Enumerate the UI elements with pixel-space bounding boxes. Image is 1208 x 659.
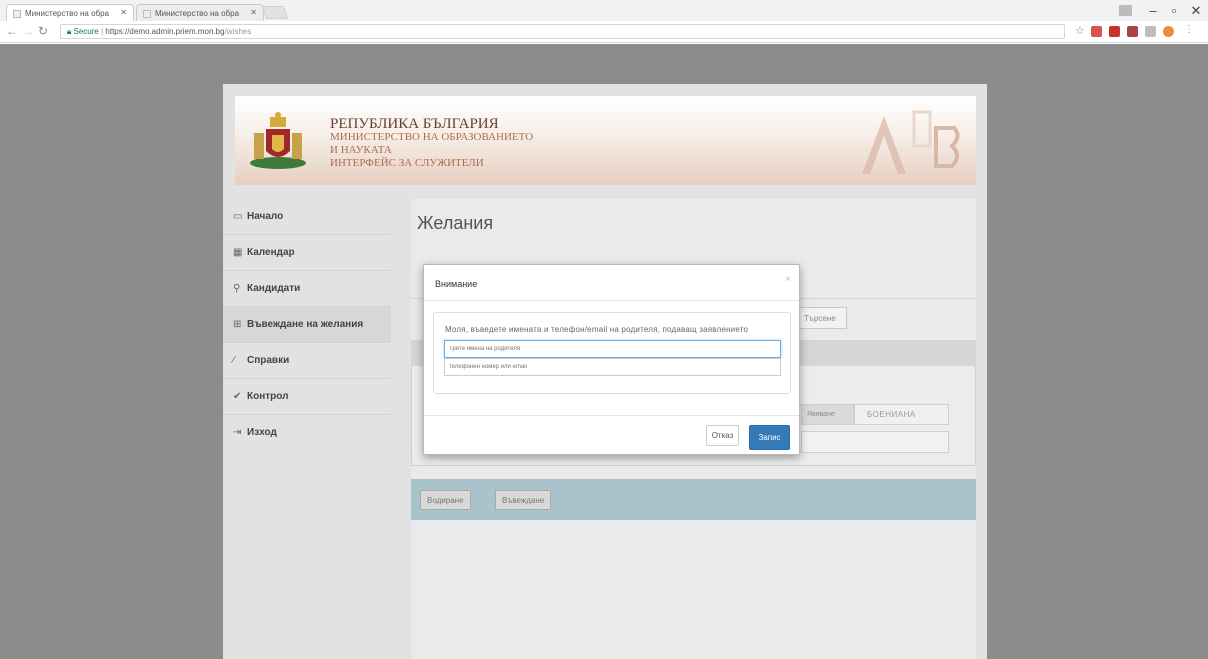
new-tab-button[interactable]	[261, 6, 289, 19]
browser-menu-icon[interactable]: ⋮	[1184, 24, 1194, 35]
lock-icon: 🔒︎	[67, 27, 72, 36]
extension-adblock-icon[interactable]	[1091, 26, 1102, 37]
extension-flag-icon[interactable]	[1127, 26, 1138, 37]
profile-icon[interactable]	[1119, 5, 1132, 16]
secure-label: Secure	[73, 27, 99, 36]
back-icon[interactable]: ←	[6, 24, 18, 38]
sidebar-item-label: Начало	[247, 211, 284, 222]
browser-tab-1[interactable]: Министерство на обра ✕	[6, 4, 134, 21]
site-header: РЕПУБЛИКА БЪЛГАРИЯ МИНИСТЕРСТВО НА ОБРАЗ…	[235, 96, 976, 185]
sidebar-item-calendar[interactable]: ▦ Календар	[223, 235, 391, 271]
abv-logo-icon	[862, 110, 960, 174]
search-button[interactable]: Търсене	[799, 307, 847, 329]
header-ministry-2: И НАУКАТА	[330, 144, 392, 156]
close-window-icon[interactable]: ✕	[1184, 3, 1208, 19]
modal-footer-divider	[424, 415, 799, 416]
sidebar-item-label: Справки	[247, 355, 290, 366]
browser-tab-title: Министерство на обра	[155, 9, 240, 18]
sidebar-item-reports[interactable]: ⁄ Справки	[223, 343, 391, 379]
url-host: https://demo.admin.priem.mon.bg	[105, 27, 225, 36]
sidebar-item-label: Изход	[247, 427, 277, 438]
sidebar-item-label: Кандидати	[247, 283, 301, 294]
sidebar-item-label: Въвеждане на желания	[247, 319, 364, 330]
sidebar-item-candidates[interactable]: ⚲ Кандидати	[223, 271, 391, 307]
extension-orange-icon[interactable]	[1163, 26, 1174, 37]
parent-contact-input[interactable]	[444, 358, 781, 376]
url-field[interactable]: 🔒︎ Secure | https://demo.admin.priem.mon…	[60, 24, 1065, 39]
url-path: /wishes	[224, 27, 252, 36]
header-ministry: МИНИСТЕРСТВО НА ОБРАЗОВАНИЕТО	[330, 131, 534, 143]
modal-message: Моля, въведете имената и телефон/email н…	[445, 325, 749, 334]
grid-icon: ⊞	[233, 319, 242, 330]
enter-button[interactable]: Въвеждане	[495, 490, 552, 510]
action-bar: Водиране Въвеждане	[411, 479, 976, 520]
column-label: Явяване	[801, 404, 854, 425]
close-tab-icon[interactable]: ✕	[120, 8, 127, 17]
sidebar-item-enter-wishes[interactable]: ⊞ Въвеждане на желания	[223, 307, 391, 343]
extension-grey-icon[interactable]	[1145, 26, 1156, 37]
browser-tab-2[interactable]: Министерство на обра ✕	[136, 4, 264, 21]
calendar-icon: ▦	[233, 247, 243, 258]
close-tab-icon[interactable]: ✕	[250, 8, 257, 17]
address-bar-row: ← → ↻ 🔒︎ Secure | https://demo.admin.pri…	[0, 21, 1208, 43]
sidebar-nav: ▭ Начало ▦ Календар ⚲ Кандидати ⊞ Въвеждане …	[223, 199, 398, 659]
check-icon: ✔	[233, 391, 242, 402]
sidebar-item-control[interactable]: ✔ Контрол	[223, 379, 391, 415]
save-button[interactable]: Запис	[749, 425, 790, 450]
chart-icon: ⁄	[233, 355, 235, 366]
bookmark-star-icon[interactable]: ☆	[1075, 24, 1085, 37]
page-favicon-icon	[13, 10, 21, 18]
cancel-button[interactable]: Отказ	[706, 425, 739, 446]
sidebar-item-logout[interactable]: ⇥ Изход	[223, 415, 391, 451]
sidebar-item-home[interactable]: ▭ Начало	[223, 199, 391, 235]
modal-close-icon[interactable]: ×	[785, 274, 791, 285]
parent-name-input[interactable]	[444, 340, 781, 358]
coat-of-arms-icon	[250, 112, 306, 169]
sidebar-item-label: Календар	[247, 247, 295, 258]
header-interface: ИНТЕРФЕЙС ЗА СЛУЖИТЕЛИ	[330, 157, 484, 169]
modal-title: Внимание	[435, 279, 478, 289]
page-title: Желания	[417, 213, 494, 233]
page-favicon-icon	[143, 10, 151, 18]
browser-tab-title: Министерство на обра	[25, 9, 110, 18]
logout-icon: ⇥	[233, 427, 242, 438]
sidebar-item-label: Контрол	[247, 391, 289, 402]
browser-tab-strip: Министерство на обра ✕ Министерство на о…	[0, 0, 1208, 21]
delete-button[interactable]: Водиране	[420, 490, 471, 510]
search-icon: ⚲	[233, 283, 241, 294]
modal-header-divider	[424, 300, 799, 301]
forward-icon[interactable]: →	[22, 24, 34, 38]
column-value: БОЕНИАНА	[854, 404, 949, 425]
extension-red-icon[interactable]	[1109, 26, 1120, 37]
reload-icon[interactable]: ↻	[38, 24, 48, 38]
modal-form-panel: Моля, въведете имената и телефон/email н…	[433, 312, 791, 394]
monitor-icon: ▭	[233, 211, 243, 222]
attention-modal: Внимание × Моля, въведете имената и теле…	[423, 264, 800, 455]
row-field[interactable]	[801, 431, 949, 453]
restore-icon[interactable]: ▫	[1162, 3, 1186, 18]
